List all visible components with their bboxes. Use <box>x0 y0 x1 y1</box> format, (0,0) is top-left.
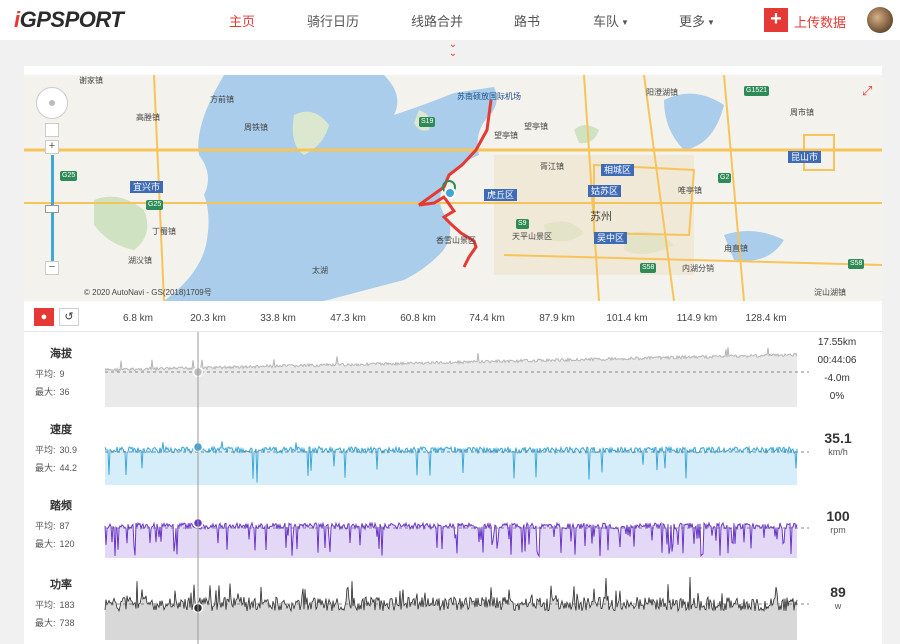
power-unit: w <box>834 601 842 611</box>
avg-label: 平均: <box>35 521 56 531</box>
avg-label: 平均: <box>35 600 56 610</box>
max-value: 36 <box>59 387 70 397</box>
power-title: 功率 <box>50 579 72 591</box>
speed-unit: km/h <box>828 447 848 457</box>
power-max: 最大: 738 <box>35 616 75 629</box>
max-label: 最大: <box>35 539 56 549</box>
power-current: 89 <box>830 584 846 600</box>
avg-label: 平均: <box>35 445 56 455</box>
elevation-readout: -4.0m <box>824 373 850 384</box>
cadence-current: 100 <box>826 508 850 524</box>
metric-charts[interactable] <box>0 0 900 644</box>
speed-max: 最大: 44.2 <box>35 461 77 474</box>
cadence-avg: 平均: 87 <box>35 519 70 532</box>
avg-value: 87 <box>59 521 70 531</box>
avg-value: 183 <box>59 600 75 610</box>
speed-current: 35.1 <box>824 430 852 446</box>
cadence-title: 踏频 <box>50 500 72 512</box>
grade-readout: 0% <box>829 391 845 402</box>
elevation-title: 海拔 <box>50 348 72 360</box>
elevation-chart <box>104 347 809 407</box>
cadence-max: 最大: 120 <box>35 537 75 550</box>
avg-value: 30.9 <box>59 445 78 455</box>
max-label: 最大: <box>35 618 56 628</box>
time-readout: 00:44:06 <box>817 355 857 366</box>
speed-avg: 平均: 30.9 <box>35 443 77 456</box>
cadence-unit: rpm <box>830 525 846 535</box>
power-chart <box>104 576 809 640</box>
power-avg: 平均: 183 <box>35 598 75 611</box>
speed-title: 速度 <box>50 424 72 436</box>
max-value: 738 <box>59 618 75 628</box>
avg-label: 平均: <box>35 369 56 379</box>
elevation-max: 最大: 36 <box>35 385 70 398</box>
max-value: 120 <box>59 539 75 549</box>
cadence-chart <box>104 517 809 558</box>
max-value: 44.2 <box>59 463 78 473</box>
chart-area <box>105 577 797 640</box>
max-label: 最大: <box>35 463 56 473</box>
speed-chart <box>104 441 809 485</box>
max-label: 最大: <box>35 387 56 397</box>
elevation-avg: 平均: 9 <box>35 367 65 380</box>
avg-value: 9 <box>59 369 65 379</box>
distance-readout: 17.55km <box>817 337 857 348</box>
